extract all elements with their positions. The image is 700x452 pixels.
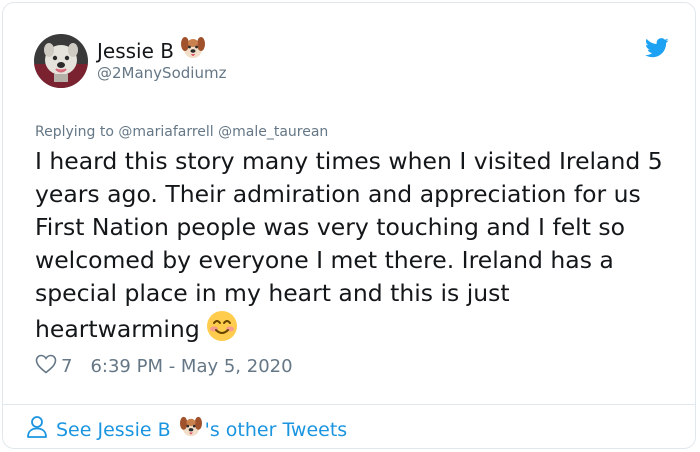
heart-outline-icon[interactable] xyxy=(35,354,57,379)
tweet-meta: 7 6:39 PM - May 5, 2020 xyxy=(35,354,293,379)
tweet-card: Jessie B @2ManySodiumz Replying to @mari… xyxy=(2,2,696,449)
divider xyxy=(3,404,695,405)
smiling-face-icon xyxy=(206,310,238,351)
see-other-tweets-link[interactable]: See Jessie B 's other Tweets xyxy=(26,415,347,444)
user-handle[interactable]: @2ManySodiumz xyxy=(97,64,226,82)
tweet-body: I heard this story many times when I vis… xyxy=(35,145,675,351)
avatar[interactable] xyxy=(34,34,88,88)
person-icon xyxy=(26,415,48,444)
replying-to[interactable]: Replying to @mariafarrell @male_taurean xyxy=(35,124,328,140)
footer-link-prefix: See Jessie B xyxy=(56,418,171,441)
like-count[interactable]: 7 xyxy=(61,356,72,377)
dog-face-icon xyxy=(180,36,206,65)
display-name-text: Jessie B xyxy=(97,38,174,63)
display-name[interactable]: Jessie B xyxy=(97,36,206,65)
footer-link-suffix: 's other Tweets xyxy=(204,418,348,441)
twitter-bird-icon[interactable] xyxy=(645,38,669,58)
dog-face-icon xyxy=(179,416,203,443)
timestamp[interactable]: 6:39 PM - May 5, 2020 xyxy=(90,356,292,377)
tweet-text: I heard this story many times when I vis… xyxy=(35,147,663,343)
